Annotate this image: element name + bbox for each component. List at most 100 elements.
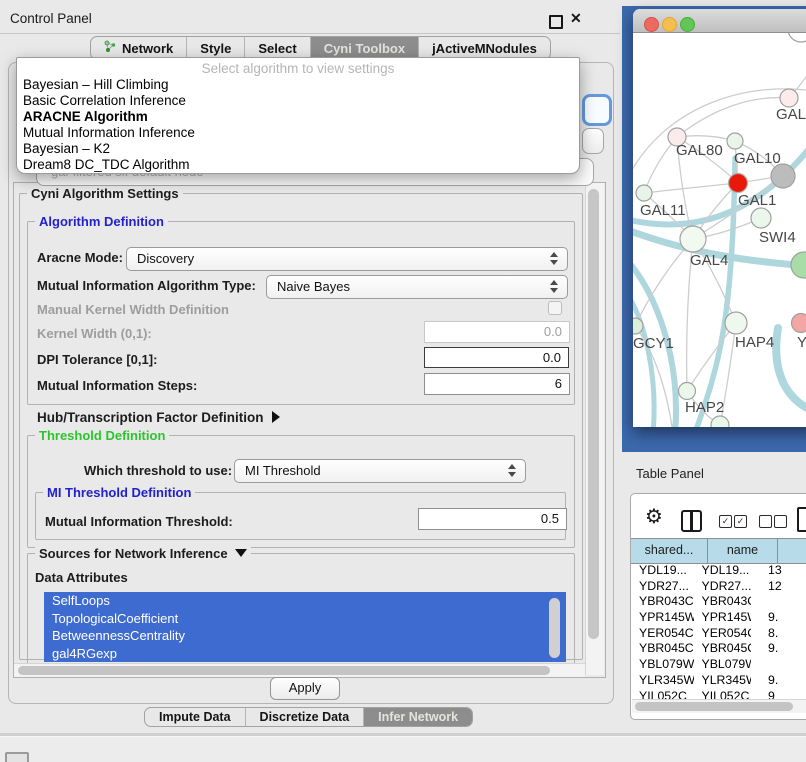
network-node-gal1[interactable] [729, 174, 748, 193]
network-node[interactable] [711, 416, 729, 427]
attribute-item-gal4rgexp[interactable]: gal4RGexp [44, 645, 566, 663]
network-node-gal10[interactable] [727, 133, 743, 149]
algorithm-combo-focus-fragment[interactable] [582, 94, 612, 126]
network-node-gal11[interactable] [636, 185, 652, 201]
table-row[interactable]: YBL079WYBL079W [631, 657, 806, 673]
mi-type-combo[interactable]: Naive Bayes [266, 275, 568, 299]
bottom-tab-impute-data[interactable]: Impute Data [145, 708, 246, 726]
bottom-tab-infer-network[interactable]: Infer Network [364, 708, 472, 726]
network-window-titlebar[interactable] [633, 9, 806, 33]
bottom-tabs: Impute DataDiscretize DataInfer Network [144, 707, 473, 727]
attribute-item-selfloops[interactable]: SelfLoops [44, 592, 566, 610]
column-header-name[interactable]: name [708, 539, 778, 563]
tab-network[interactable]: Network [91, 37, 187, 59]
document-icon[interactable] [797, 507, 806, 532]
table-cell: YPR145W [694, 610, 751, 626]
table-row[interactable]: YER054CYER054C8. [631, 626, 806, 642]
hub-definition-toggle[interactable]: Hub/Transcription Factor Definition [37, 410, 280, 425]
table-cell: 9. [751, 610, 806, 626]
aracne-mode-label: Aracne Mode: [37, 250, 123, 265]
column-header-col2[interactable] [778, 539, 806, 563]
network-node-gal[interactable] [780, 89, 798, 107]
network-node[interactable] [791, 252, 806, 278]
mi-steps-field[interactable]: 6 [424, 373, 570, 395]
tab-cyni-toolbox[interactable]: Cyni Toolbox [311, 37, 419, 59]
docked-panel-tab[interactable] [5, 752, 29, 762]
column-header-shared[interactable]: shared... [631, 539, 708, 563]
table-cell: YBR045C [631, 641, 694, 657]
network-node-y[interactable] [792, 314, 806, 333]
hidden-button-fragment[interactable] [582, 128, 604, 154]
table-cell [751, 594, 806, 610]
dropdown-placeholder: Select algorithm to view settings [17, 60, 579, 77]
network-node-hap4[interactable] [725, 312, 747, 334]
sources-toggle[interactable]: Sources for Network Inference [35, 546, 251, 561]
table-horizontal-scrollbar[interactable] [632, 699, 806, 713]
algorithm-option-aracne-algorithm[interactable]: ARACNE Algorithm [17, 109, 579, 125]
table-cell: YER054C [631, 626, 694, 642]
settings-vertical-scrollbar[interactable] [585, 183, 604, 675]
kernel-width-field[interactable]: 0.0 [424, 321, 570, 343]
close-panel-icon[interactable]: ✕ [570, 10, 582, 27]
kernel-width-label: Kernel Width (0,1): [37, 326, 152, 341]
attribute-item-betweennesscentrality[interactable]: BetweennessCentrality [44, 627, 566, 645]
split-view-icon[interactable] [681, 510, 702, 532]
mi-threshold-field[interactable]: 0.5 [418, 508, 567, 530]
algorithm-option-mutual-information-inference[interactable]: Mutual Information Inference [17, 125, 579, 141]
deselect-all-checkbox-icon[interactable] [759, 515, 772, 528]
network-canvas[interactable]: GALGAL80GAL10GAL1GAL11SWI4GAL4GCY1HAP4YH… [633, 33, 806, 427]
data-attributes-list: SelfLoopsTopologicalCoefficientBetweenne… [44, 592, 566, 662]
table-cell: 9. [751, 641, 806, 657]
select-all-checkbox-icon[interactable]: ✓ [719, 515, 732, 528]
aracne-mode-combo[interactable]: Discovery [126, 247, 568, 271]
network-node-gal4[interactable] [680, 226, 706, 252]
sources-title: Sources for Network Inference [39, 546, 228, 561]
node-label-gal11: GAL11 [640, 202, 686, 219]
dpi-tolerance-field[interactable]: 0.0 [424, 347, 569, 368]
table-rows: YDL19...YDL19...13YDR27...YDR27...12YBR0… [631, 563, 806, 704]
float-panel-icon[interactable] [549, 15, 563, 29]
algorithm-option-bayesian-k2[interactable]: Bayesian – K2 [17, 141, 579, 157]
network-node-hap2[interactable] [679, 383, 696, 400]
network-view-window: GALGAL80GAL10GAL1GAL11SWI4GAL4GCY1HAP4YH… [633, 9, 806, 427]
deselect-all-checkbox-icon[interactable] [774, 515, 787, 528]
table-cell: 12 [751, 579, 806, 595]
apply-button[interactable]: Apply [270, 677, 340, 700]
algorithm-definition-title: Algorithm Definition [35, 214, 168, 229]
algorithm-option-bayesian-hill-climbing[interactable]: Bayesian – Hill Climbing [17, 77, 579, 93]
node-label-gal10: GAL10 [734, 150, 781, 167]
algorithm-option-basic-correlation-inference[interactable]: Basic Correlation Inference [17, 93, 579, 109]
table-row[interactable]: YPR145WYPR145W9. [631, 610, 806, 626]
tab-network-label: Network [122, 41, 173, 56]
network-node-swi4[interactable] [751, 208, 771, 228]
attribute-list-scrollbar[interactable] [549, 598, 560, 658]
network-node-gcy1[interactable] [633, 318, 643, 334]
settings-vertical-scrollbar-thumb[interactable] [588, 189, 599, 639]
zoom-window-icon[interactable] [680, 17, 695, 32]
algorithm-option-dream8-dc-tdc-algorithm[interactable]: Dream8 DC_TDC Algorithm [17, 157, 579, 173]
settings-horizontal-scrollbar[interactable] [14, 663, 585, 677]
minimize-window-icon[interactable] [662, 17, 677, 32]
which-threshold-combo[interactable]: MI Threshold [234, 459, 526, 483]
table-row[interactable]: YDR27...YDR27...12 [631, 579, 806, 595]
select-all-checkbox-icon[interactable]: ✓ [734, 515, 747, 528]
network-node[interactable] [788, 33, 806, 42]
close-window-icon[interactable] [644, 17, 659, 32]
settings-horizontal-scrollbar-thumb[interactable] [18, 666, 550, 675]
tab-select[interactable]: Select [245, 37, 310, 59]
table-horizontal-scrollbar-thumb[interactable] [635, 702, 793, 711]
which-threshold-label: Which threshold to use: [84, 463, 232, 478]
table-cell: 8. [751, 626, 806, 642]
network-node[interactable] [771, 164, 795, 188]
node-label-gal4: GAL4 [690, 252, 728, 269]
table-row[interactable]: YBR043CYBR043C [631, 594, 806, 610]
bottom-tab-discretize-data[interactable]: Discretize Data [246, 708, 365, 726]
gear-icon[interactable]: ⚙ [645, 506, 663, 526]
table-row[interactable]: YLR345WYLR345W9. [631, 673, 806, 689]
tab-jactivemnodules[interactable]: jActiveMNodules [419, 37, 550, 59]
manual-kernel-checkbox[interactable] [548, 301, 562, 315]
table-row[interactable]: YDL19...YDL19...13 [631, 563, 806, 579]
tab-style[interactable]: Style [187, 37, 245, 59]
table-row[interactable]: YBR045CYBR045C9. [631, 641, 806, 657]
attribute-item-topologicalcoefficient[interactable]: TopologicalCoefficient [44, 610, 566, 628]
